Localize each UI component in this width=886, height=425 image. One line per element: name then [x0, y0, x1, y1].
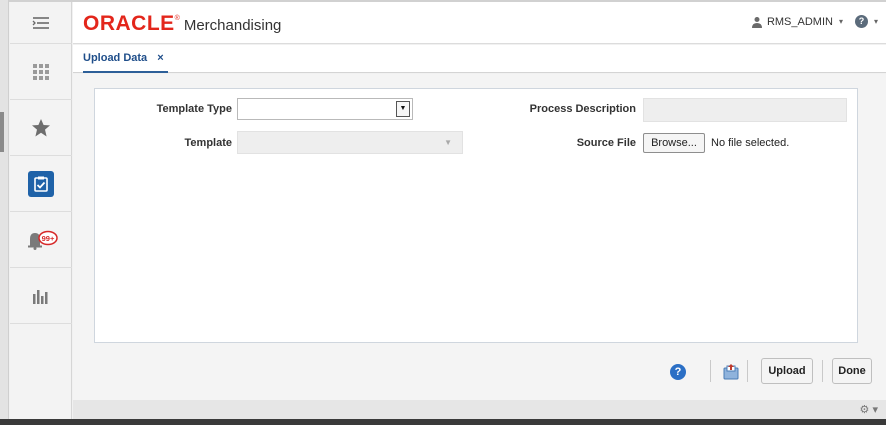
browse-button[interactable]: Browse...: [643, 133, 705, 153]
grid-icon: [33, 63, 49, 80]
tab-label: Upload Data: [83, 52, 148, 64]
app-header: ORACLE ® Merchandising RMS_ADMIN ▾ ? ▾: [73, 2, 886, 44]
process-description-label: Process Description: [529, 103, 636, 115]
user-icon: [751, 16, 762, 28]
clipboard-check-icon: [34, 176, 48, 192]
template-label: Template: [184, 137, 232, 149]
user-area: RMS_ADMIN ▾ ? ▾: [751, 15, 878, 28]
tab-strip: Upload Data ×: [73, 45, 886, 73]
brand-registered-mark: ®: [174, 15, 180, 22]
brand-name: ORACLE: [83, 12, 175, 35]
template-type-label: Template Type: [156, 103, 232, 115]
window-frame-handle: [0, 112, 4, 152]
sidebar-item-favorites[interactable]: [10, 100, 72, 156]
bell-icon: 99+: [28, 230, 58, 250]
sidebar: 99+: [10, 2, 72, 419]
help-menu-caret-icon[interactable]: ▾: [874, 17, 878, 26]
export-icon[interactable]: [722, 363, 740, 380]
source-file-label: Source File: [576, 137, 636, 149]
window-frame-left: [0, 0, 9, 425]
help-icon[interactable]: ?: [670, 364, 686, 380]
sidebar-item-task-list[interactable]: [10, 44, 72, 100]
product-name: Merchandising: [183, 17, 282, 34]
star-icon: [32, 118, 50, 136]
user-menu[interactable]: RMS_ADMIN: [767, 16, 833, 28]
sidebar-item-reports[interactable]: [10, 268, 72, 324]
upload-button[interactable]: Upload: [761, 358, 813, 384]
help-menu-icon[interactable]: ?: [854, 15, 868, 28]
window-frame-bottom: [0, 419, 886, 425]
done-button[interactable]: Done: [832, 358, 872, 384]
toolbar-divider: [747, 360, 748, 382]
sidebar-item-notifications[interactable]: 99+: [10, 212, 72, 268]
upload-form-panel: Template Type ▼ Template ▼ Process Descr…: [94, 88, 858, 343]
toolbar-divider: [822, 360, 823, 382]
close-icon[interactable]: ×: [157, 52, 163, 64]
user-menu-caret-icon[interactable]: ▾: [839, 17, 843, 26]
tab-upload-data[interactable]: Upload Data ×: [83, 45, 168, 73]
hamburger-menu-icon: [32, 16, 49, 29]
oracle-logo[interactable]: ORACLE ® Merchandising: [83, 12, 282, 35]
toolbar-divider: [710, 360, 711, 382]
bar-chart-icon: [33, 289, 48, 304]
notification-badge: 99+: [42, 233, 55, 242]
process-description-field[interactable]: [643, 98, 847, 122]
footer-strip: ⚙ ▾: [73, 400, 886, 419]
main-content: Template Type ▼ Template ▼ Process Descr…: [73, 74, 886, 419]
file-status-text: No file selected.: [711, 137, 790, 149]
sidebar-item-tasks[interactable]: [10, 156, 72, 212]
sidebar-item-menu[interactable]: [10, 2, 72, 44]
template-type-select[interactable]: ▼: [237, 98, 413, 120]
gear-icon[interactable]: ⚙ ▾: [860, 403, 878, 416]
chevron-down-icon[interactable]: ▼: [396, 101, 410, 117]
active-indicator: [28, 170, 54, 197]
